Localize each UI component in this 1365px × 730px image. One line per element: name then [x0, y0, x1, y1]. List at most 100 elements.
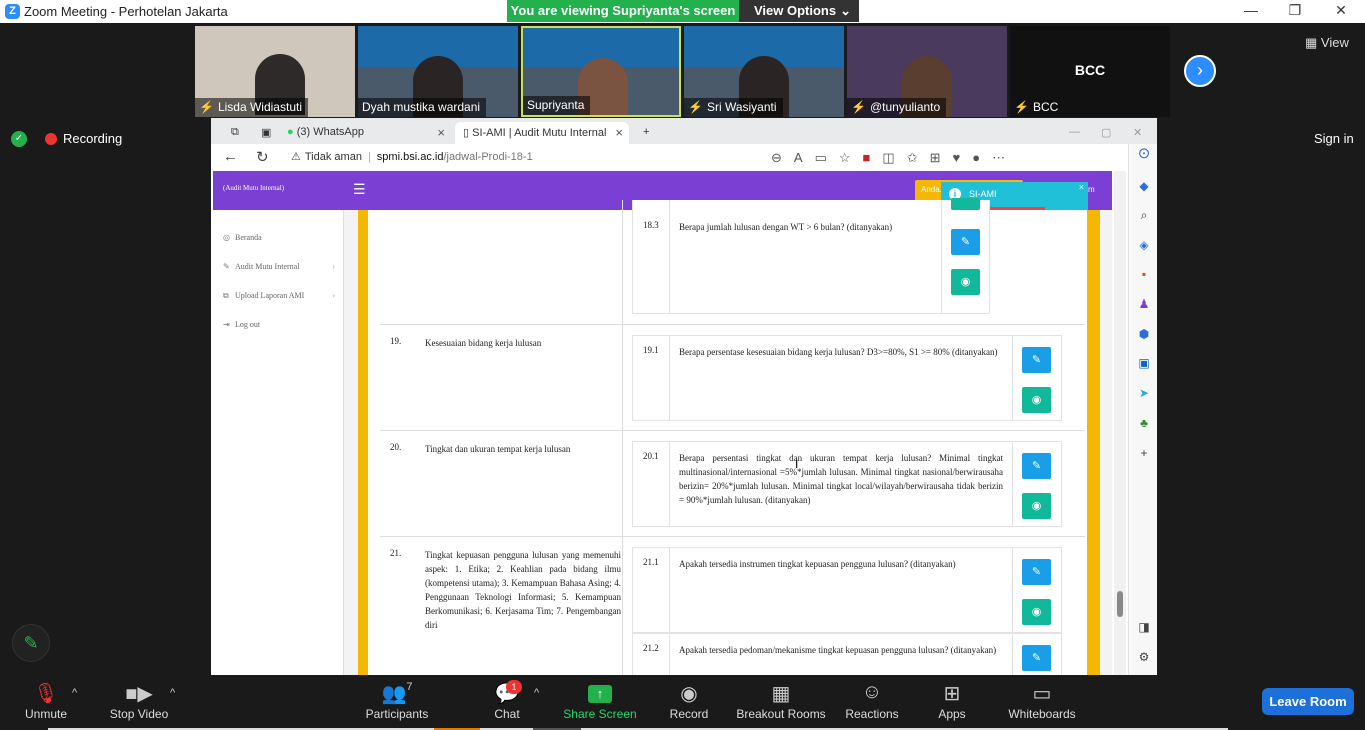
- participant-label: BCC: [1074, 62, 1106, 78]
- sidebar-item-logout[interactable]: ⇥ Log out: [223, 320, 335, 329]
- profile-avatar[interactable]: ●: [972, 150, 992, 165]
- close-tab-icon[interactable]: ×: [437, 125, 445, 140]
- video-tile[interactable]: ⚡ Lisda Widiastuti: [195, 26, 355, 117]
- collections-icon[interactable]: ⊞: [930, 150, 953, 165]
- view-button[interactable]: [951, 198, 980, 210]
- row-number: 21.: [390, 548, 402, 558]
- view-button[interactable]: ◉: [1022, 387, 1051, 413]
- edit-button[interactable]: ✎: [1022, 347, 1051, 373]
- refresh-icon[interactable]: ↻: [256, 148, 269, 166]
- edit-button[interactable]: ✎: [951, 229, 980, 255]
- add-icon[interactable]: +: [1136, 446, 1152, 460]
- tree-icon[interactable]: ♣: [1136, 416, 1152, 430]
- video-tile-no-video[interactable]: BCC ⚡ BCC: [1010, 26, 1170, 117]
- browser-restore-icon[interactable]: ▢: [1093, 122, 1119, 144]
- back-icon[interactable]: ←: [223, 148, 238, 165]
- video-tile-active-speaker[interactable]: Supriyanta: [521, 26, 681, 117]
- tab-si-ami[interactable]: ▯ SI-AMI | Audit Mutu Internal ×: [455, 122, 629, 144]
- page-scrollbar[interactable]: [1114, 171, 1126, 675]
- view-button[interactable]: ◉: [1022, 493, 1051, 519]
- more-menu-icon[interactable]: ⋯: [992, 150, 1017, 165]
- settings-gear-icon[interactable]: ⚙: [1136, 650, 1152, 664]
- sign-in-link[interactable]: Sign in: [1314, 131, 1354, 146]
- view-options-label: View Options: [754, 3, 837, 18]
- video-tile[interactable]: Dyah mustika wardani: [358, 26, 518, 117]
- main-content: 18.3 Berapa jumlah lulusan dengan WT > 6…: [358, 198, 1100, 675]
- workspaces-icon[interactable]: ⧉: [223, 122, 243, 144]
- toast-close-icon[interactable]: ×: [1079, 182, 1084, 192]
- copilot-icon[interactable]: ⊙: [1136, 144, 1152, 162]
- reactions-button[interactable]: ☺ Reactions: [843, 681, 901, 721]
- new-tab-icon[interactable]: +: [635, 122, 657, 144]
- url-path: /jadwal-Prodi-18-1: [443, 151, 533, 163]
- pencil-icon: ✎: [1031, 652, 1042, 664]
- microsoft-365-icon[interactable]: ⬢: [1136, 327, 1152, 341]
- sidebar-item-beranda[interactable]: ◎ Beranda: [223, 233, 335, 242]
- browser-minimize-icon[interactable]: —: [1061, 122, 1088, 144]
- whiteboards-label: Whiteboards: [1008, 707, 1076, 721]
- stop-video-button[interactable]: ■▶ Stop Video: [104, 681, 174, 721]
- sidebar-item-audit[interactable]: ✎ Audit Mutu Internal ›: [223, 262, 335, 271]
- extension-icon[interactable]: ■: [863, 150, 883, 165]
- edit-button[interactable]: ✎: [1022, 559, 1051, 585]
- video-tile[interactable]: ⚡ @tunyulianto: [847, 26, 1007, 117]
- sidebar-item-label: Upload Laporan AMI: [235, 291, 305, 300]
- immersive-reader-icon[interactable]: ▭: [815, 150, 839, 165]
- favorite-icon[interactable]: ☆: [839, 150, 863, 165]
- next-page-button[interactable]: ›: [1184, 55, 1216, 87]
- participants-button[interactable]: 👥7 Participants: [362, 681, 432, 721]
- sub-item-row: 18.3 Berapa jumlah lulusan dengan WT > 6…: [632, 198, 990, 314]
- shopping-icon[interactable]: ◈: [1136, 238, 1152, 252]
- outlook-icon[interactable]: ▣: [1136, 356, 1152, 370]
- muted-mic-icon: ⚡: [851, 100, 866, 114]
- user-menu[interactable]: m: [1088, 185, 1095, 194]
- favorites-icon[interactable]: ✩: [907, 150, 930, 165]
- browser-close-icon[interactable]: ✕: [1125, 122, 1150, 144]
- restore-icon[interactable]: ❐: [1280, 2, 1310, 19]
- unmute-button[interactable]: 🎙 Unmute: [20, 681, 72, 721]
- chat-button[interactable]: 💬 1 Chat: [488, 680, 526, 721]
- zoom-icon[interactable]: ⊖: [771, 150, 794, 165]
- video-tile[interactable]: ⚡ Sri Wasiyanti: [684, 26, 844, 117]
- view-button[interactable]: ◉: [1022, 599, 1051, 625]
- split-screen-icon[interactable]: ◫: [882, 150, 906, 165]
- reactions-label: Reactions: [845, 707, 899, 721]
- participant-name: Supriyanta: [523, 96, 591, 115]
- annotate-pencil-icon[interactable]: ✎: [12, 624, 50, 662]
- view-button[interactable]: ▦ View: [1305, 35, 1349, 51]
- send-icon[interactable]: ➤: [1136, 386, 1152, 400]
- tab-actions-icon[interactable]: ▣: [253, 122, 273, 144]
- close-tab-icon[interactable]: ×: [615, 125, 623, 140]
- share-screen-button[interactable]: ↑ Share Screen: [562, 681, 638, 721]
- chevron-down-icon: ⌄: [840, 3, 851, 18]
- close-icon[interactable]: ✕: [1326, 2, 1356, 19]
- record-button[interactable]: ◉ Record: [664, 681, 714, 721]
- whiteboards-button[interactable]: ▭ Whiteboards: [1004, 681, 1080, 721]
- browser-essentials-icon[interactable]: ♥: [953, 150, 973, 165]
- meeting-controls: 🎙 Unmute ^ ■▶ Stop Video ^ 👥7 Participants …: [0, 675, 1365, 730]
- sub-item-text: Berapa persentasi tingkat dan ukuran tem…: [679, 453, 1003, 505]
- sidebar-item-upload[interactable]: ⧉ Upload Laporan AMI ›: [223, 291, 335, 301]
- read-aloud-icon[interactable]: A: [794, 150, 815, 165]
- edit-button[interactable]: ✎: [1022, 453, 1051, 479]
- scrollbar-thumb[interactable]: [1117, 591, 1123, 617]
- apps-button[interactable]: ⊞ Apps: [932, 681, 972, 721]
- notification-icon[interactable]: ◆: [1136, 179, 1152, 193]
- view-options-button[interactable]: View Options ⌄: [739, 0, 859, 22]
- search-icon[interactable]: ⌕: [1136, 208, 1152, 223]
- leave-room-button[interactable]: Leave Room: [1262, 688, 1354, 715]
- breakout-rooms-button[interactable]: ▦ Breakout Rooms: [736, 681, 826, 721]
- chat-label: Chat: [494, 707, 520, 721]
- edit-button[interactable]: ✎: [1022, 645, 1051, 671]
- sub-item-row: 19.1 Berapa persentase kesesuaian bidang…: [632, 335, 1062, 421]
- view-button[interactable]: ◉: [951, 269, 980, 295]
- menu-toggle-icon[interactable]: ☰: [353, 181, 366, 198]
- recording-indicator[interactable]: Recording: [45, 131, 122, 146]
- tools-icon[interactable]: ▪: [1136, 267, 1152, 281]
- games-icon[interactable]: ♟: [1136, 297, 1152, 311]
- tab-whatsapp[interactable]: ● (3) WhatsApp ×: [279, 122, 451, 144]
- sub-item-number: 21.2: [643, 643, 659, 653]
- minimize-icon[interactable]: —: [1236, 2, 1266, 18]
- shield-icon[interactable]: ✓: [11, 131, 27, 147]
- sidebar-toggle-icon[interactable]: ◨: [1136, 620, 1152, 634]
